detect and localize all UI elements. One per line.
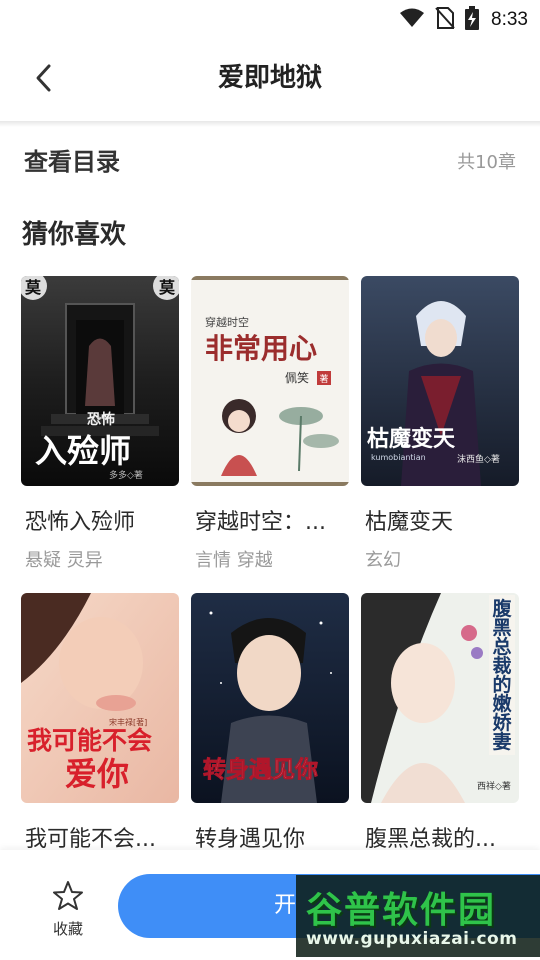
svg-text:恐怖: 恐怖 — [87, 411, 115, 428]
no-sim-icon — [435, 6, 455, 34]
svg-text:我可能不会: 我可能不会 — [27, 726, 152, 755]
book-cover[interactable]: 莫 莫 恐怖 入殓师 多多◇著 — [21, 276, 179, 486]
svg-text:腹黑总裁的嫩娇妻: 腹黑总裁的嫩娇妻 — [491, 597, 512, 753]
svg-text:著: 著 — [319, 373, 328, 385]
book-cover[interactable]: 腹黑总裁的嫩娇妻 西祥◇著 — [361, 593, 519, 803]
svg-text:西祥◇著: 西祥◇著 — [477, 780, 511, 792]
cover-vertical-title: 腹黑总裁的嫩娇妻 — [491, 597, 512, 753]
section-title-recommend: 猜你喜欢 — [22, 220, 127, 250]
book-cover[interactable]: 宋丰禄[著] 我可能不会 爱你 — [21, 593, 179, 803]
svg-text:莫: 莫 — [24, 278, 42, 297]
svg-text:枯魔变天: 枯魔变天 — [367, 426, 456, 452]
book-card[interactable]: 莫 莫 恐怖 入殓师 多多◇著 恐怖入殓师 悬疑 灵异 — [21, 276, 179, 572]
watermark-logo: 谷普软件园 www.gupuxiazai.com — [296, 875, 540, 957]
book-title: 腹黑总裁的... — [365, 827, 496, 852]
book-tags: 悬疑 灵异 — [25, 550, 103, 571]
book-card[interactable]: 宋丰禄[著] 我可能不会 爱你 我可能不会... — [21, 593, 179, 863]
book-card[interactable]: 转身遇见你 转身遇见你 — [191, 593, 349, 863]
wifi-icon — [399, 7, 425, 33]
header-divider — [0, 121, 540, 127]
chapter-count: 共10章 — [457, 152, 516, 173]
book-title: 我可能不会... — [25, 827, 156, 852]
book-cover[interactable]: 穿越时空 非常用心 佩笑 著 — [191, 276, 349, 486]
book-card[interactable]: 腹黑总裁的嫩娇妻 西祥◇著 腹黑总裁的... — [361, 593, 519, 863]
book-tags: 言情 穿越 — [195, 550, 273, 571]
book-title: 转身遇见你 — [195, 827, 306, 852]
svg-text:kumobiantian: kumobiantian — [371, 453, 426, 462]
book-title: 恐怖入殓师 — [25, 510, 136, 535]
book-title: 枯魔变天 — [365, 510, 454, 535]
chevron-left-icon — [34, 63, 54, 97]
svg-text:佩笑: 佩笑 — [285, 370, 309, 385]
svg-text:入殓师: 入殓师 — [35, 432, 131, 470]
app-header: 爱即地狱 — [0, 36, 540, 122]
book-card[interactable]: 穿越时空 非常用心 佩笑 著 穿越时空：... 言情 穿越 — [191, 276, 349, 572]
svg-text:非常用心: 非常用心 — [205, 332, 317, 365]
status-time: 8:33 — [491, 9, 528, 30]
svg-text:转身遇见你: 转身遇见你 — [203, 756, 318, 783]
catalog-row[interactable]: 查看目录 共10章 — [0, 128, 540, 192]
book-title: 穿越时空：... — [195, 510, 326, 535]
collect-label: 收藏 — [52, 920, 83, 938]
status-icons: 8:33 — [399, 6, 528, 34]
svg-text:穿越时空: 穿越时空 — [205, 315, 249, 329]
battery-charging-icon — [465, 6, 480, 34]
book-cover[interactable]: 枯魔变天 kumobiantian 沫西鱼◇著 — [361, 276, 519, 486]
page-title: 爱即地狱 — [217, 63, 322, 93]
svg-text:多多◇著: 多多◇著 — [109, 469, 143, 481]
book-cover[interactable]: 转身遇见你 — [191, 593, 349, 803]
book-card[interactable]: 枯魔变天 kumobiantian 沫西鱼◇著 枯魔变天 玄幻 — [361, 276, 519, 572]
svg-text:莫: 莫 — [158, 278, 176, 297]
book-tags: 玄幻 — [365, 550, 401, 571]
watermark-text: 谷普软件园 — [306, 890, 497, 931]
catalog-label: 查看目录 — [24, 148, 120, 176]
back-button[interactable] — [26, 60, 62, 100]
svg-text:爱你: 爱你 — [65, 755, 129, 793]
star-outline-icon — [52, 881, 84, 916]
watermark-url: www.gupuxiazai.com — [306, 929, 518, 949]
status-bar: 8:33 — [0, 0, 540, 36]
collect-button[interactable]: 收藏 — [44, 880, 92, 940]
svg-text:沫西鱼◇著: 沫西鱼◇著 — [457, 453, 500, 465]
